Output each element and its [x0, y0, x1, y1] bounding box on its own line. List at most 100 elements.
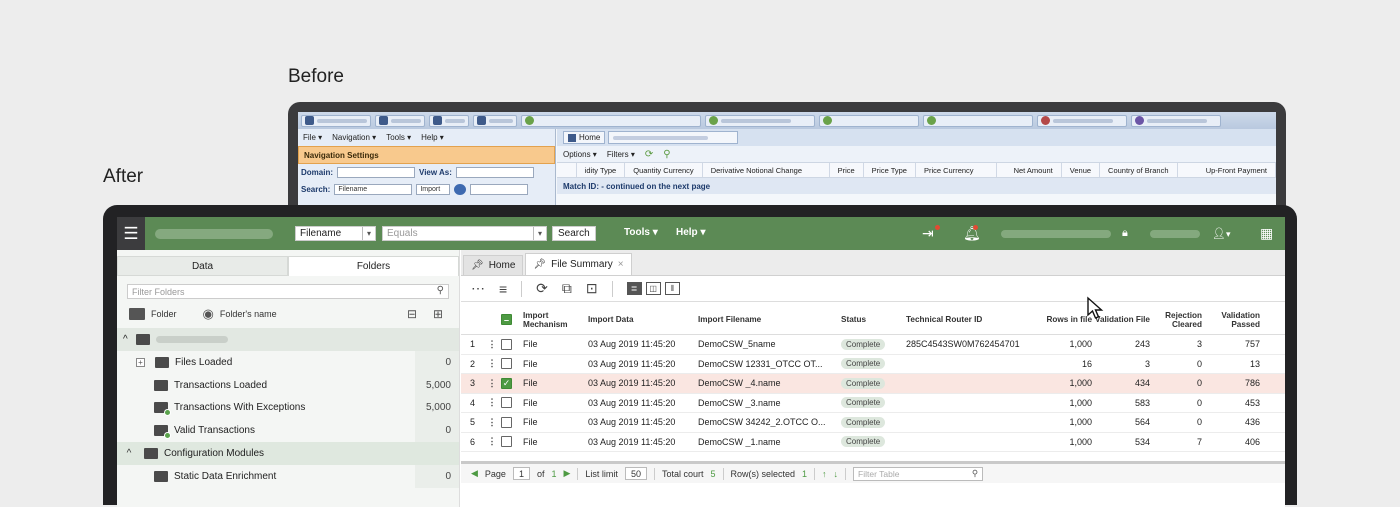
before-col[interactable]: Up-Front Payment [1178, 163, 1276, 177]
refresh-icon[interactable]: ⟳ [536, 280, 548, 297]
before-navigation-settings[interactable]: Navigation Settings [298, 146, 555, 164]
refresh-icon[interactable]: ⟳ [645, 149, 653, 160]
table-row[interactable]: 3 ⋮ ✓ File 03 Aug 2019 11:45:20 DemoCSW _4.na… [461, 374, 1285, 394]
page-input[interactable]: 1 [512, 467, 530, 480]
table-row[interactable]: 2 ⋮ File 03 Aug 2019 11:45:20 DemoCSW 12331_… [461, 355, 1285, 374]
row-menu-icon[interactable]: ⋮ [483, 378, 501, 389]
tree-root-row[interactable]: ^ [117, 328, 459, 351]
col-technical-router-id[interactable]: Technical Router ID [906, 315, 1034, 324]
before-window-tab[interactable] [375, 114, 425, 127]
move-up-icon[interactable]: ↑ [822, 469, 827, 479]
close-icon[interactable]: × [618, 259, 624, 270]
before-col[interactable]: Country of Branch [1100, 163, 1179, 177]
before-options-menu[interactable]: Options ▾ [563, 150, 597, 159]
operator-select[interactable]: Equals ▾ [382, 226, 547, 241]
col-import-mechanism[interactable]: Import Mechanism [523, 311, 588, 329]
col-import-filename[interactable]: Import Filename [698, 315, 841, 324]
expand-icon[interactable]: + [136, 357, 145, 367]
add-folder-icon[interactable] [129, 308, 145, 320]
bell-icon[interactable]: 🔔︎ [963, 225, 981, 242]
before-import-button[interactable]: Import [416, 184, 451, 195]
tree-item-valid-transactions[interactable]: Valid Transactions 0 [117, 419, 459, 443]
before-search-select[interactable]: Filename [334, 184, 413, 195]
before-tab-home[interactable]: Home [563, 131, 606, 144]
row-checkbox[interactable] [501, 416, 512, 428]
before-window-tab[interactable] [819, 114, 919, 127]
before-menu-help[interactable]: Help ▾ [421, 133, 444, 142]
col-status[interactable]: Status [841, 315, 906, 324]
col-rejection-cleared[interactable]: Rejection Cleared [1150, 311, 1202, 329]
row-checkbox[interactable] [501, 338, 512, 350]
prev-page-icon[interactable]: ◀ [471, 468, 478, 479]
help-menu[interactable]: Help ▾ [676, 227, 705, 238]
row-checkbox[interactable]: ✓ [501, 377, 512, 389]
folders-name-button[interactable]: Folder's name [220, 309, 277, 319]
pin-icon[interactable]: 📌︎ [471, 260, 484, 271]
before-window-tab[interactable] [705, 114, 815, 127]
row-checkbox[interactable] [501, 397, 512, 409]
tree-item-files-loaded[interactable]: + Files Loaded 0 [117, 351, 459, 374]
tab-home[interactable]: 📌︎ Home [463, 255, 524, 275]
col-validation-passed[interactable]: Validation Passed [1202, 311, 1260, 329]
col-rows-in-file[interactable]: Rows in file [1034, 315, 1093, 324]
before-tab-report[interactable] [608, 131, 739, 144]
chevron-up-icon[interactable]: ^ [123, 448, 135, 459]
before-window-tab[interactable] [1037, 114, 1127, 127]
add-folder-button[interactable]: Folder [151, 309, 177, 319]
binoculars-icon[interactable]: ⚲ [663, 149, 670, 160]
move-down-icon[interactable]: ↓ [834, 469, 839, 479]
chevron-up-icon[interactable]: ^ [123, 334, 128, 345]
search-field-select[interactable]: Filename ▾ [295, 226, 376, 241]
apps-grid-icon[interactable]: ▦ [1260, 225, 1273, 242]
row-checkbox[interactable] [501, 358, 512, 370]
hide-icon[interactable]: ◉ [203, 306, 214, 322]
logout-icon[interactable]: ⇥ [922, 225, 934, 242]
before-group-row[interactable]: Match ID: - continued on the next page [557, 178, 1276, 194]
archive-icon[interactable]: ⊡ [586, 280, 598, 297]
list-view-icon[interactable]: ≣ [626, 282, 642, 295]
before-col[interactable]: Derivative Notional Change [703, 163, 830, 177]
list-limit-input[interactable]: 50 [624, 467, 647, 480]
tree-item-static-data-enrichment[interactable]: Static Data Enrichment 0 [117, 464, 459, 488]
tab-data[interactable]: Data [117, 256, 288, 276]
row-menu-icon[interactable]: ⋮ [483, 397, 501, 408]
filter-icon[interactable]: ≡ [499, 281, 507, 297]
table-row[interactable]: 4 ⋮ File 03 Aug 2019 11:45:20 DemoCSW _3.nam… [461, 394, 1285, 413]
before-filters-menu[interactable]: Filters ▾ [607, 150, 635, 159]
column-view-icon[interactable]: ⫴ [664, 282, 680, 295]
before-col[interactable]: Venue [1062, 163, 1101, 177]
tree-item-configuration-modules[interactable]: ^ Configuration Modules [117, 442, 459, 465]
filter-folders-input[interactable]: Filter Folders ⚲ [127, 284, 449, 299]
before-col[interactable]: Quantity Currency [625, 163, 703, 177]
table-row[interactable]: 5 ⋮ File 03 Aug 2019 11:45:20 DemoCSW 34242_… [461, 413, 1285, 433]
expand-all-icon[interactable]: ⊞ [433, 307, 443, 321]
before-domain-select[interactable] [337, 167, 415, 178]
before-window-tab[interactable] [429, 114, 469, 127]
before-col[interactable]: Net Amount [997, 163, 1062, 177]
before-window-tab[interactable] [923, 114, 1033, 127]
table-row[interactable]: 6 ⋮ File 03 Aug 2019 11:45:20 DemoCSW _1.nam… [461, 433, 1285, 452]
row-menu-icon[interactable]: ⋮ [483, 339, 501, 350]
tab-folders[interactable]: Folders [288, 256, 459, 276]
tab-file-summary[interactable]: 📌︎ File Summary × [525, 253, 632, 275]
before-window-tab[interactable] [301, 114, 371, 127]
before-header-checkbox[interactable] [557, 163, 577, 177]
row-menu-icon[interactable]: ⋮ [483, 417, 501, 428]
before-menu-file[interactable]: File ▾ [303, 133, 322, 142]
pin-icon[interactable]: 📌︎ [533, 259, 546, 270]
before-col[interactable]: Price Currency [916, 163, 998, 177]
help-icon[interactable] [454, 184, 467, 195]
user-icon[interactable]: 👤︎▾ [1212, 227, 1231, 240]
before-window-tab[interactable] [521, 114, 701, 127]
before-window-tab[interactable] [1131, 114, 1221, 127]
tools-menu[interactable]: Tools ▾ [624, 227, 658, 238]
next-page-icon[interactable]: ▶ [564, 468, 571, 479]
before-menu-navigation[interactable]: Navigation ▾ [332, 133, 376, 142]
collapse-all-icon[interactable]: ⊟ [407, 307, 417, 321]
col-import-data[interactable]: Import Data [588, 315, 698, 324]
open-external-icon[interactable]: ⧉ [562, 280, 572, 297]
before-col[interactable]: Price Type [864, 163, 916, 177]
row-checkbox[interactable] [501, 436, 512, 448]
before-search-input[interactable] [470, 184, 529, 195]
row-menu-icon[interactable]: ⋮ [483, 358, 501, 369]
